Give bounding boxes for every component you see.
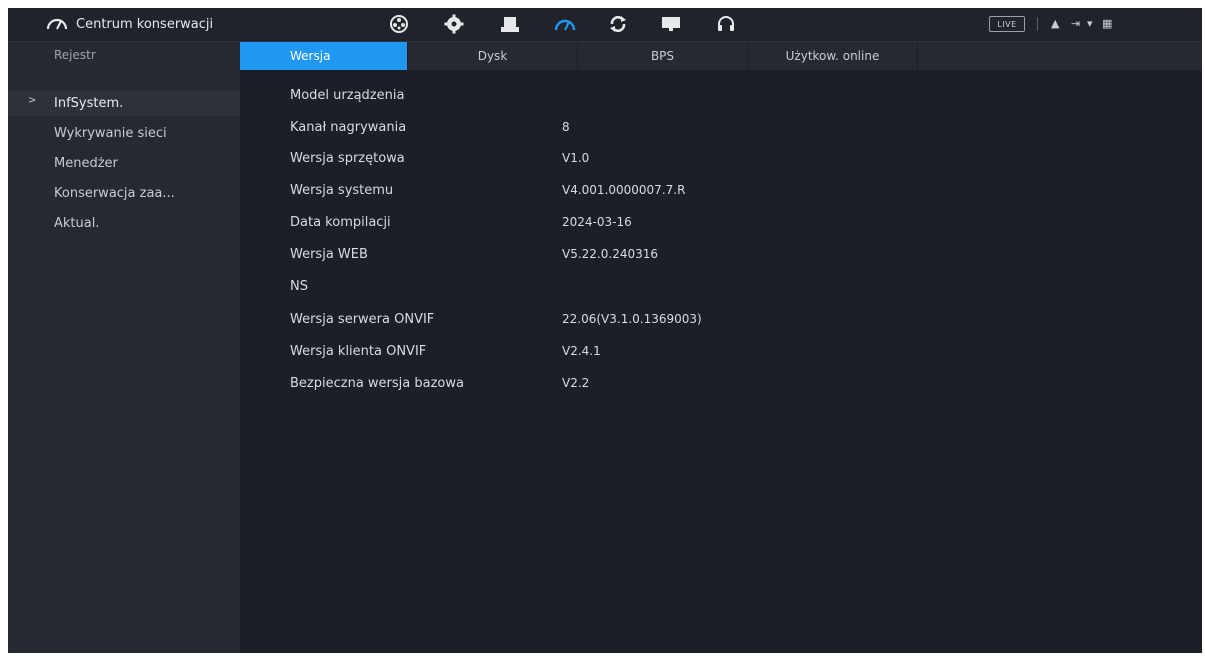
tab-version[interactable]: Wersja: [240, 42, 408, 70]
sidebar-item-system-info[interactable]: > InfSystem.: [8, 90, 240, 116]
info-label: Wersja sprzętowa: [290, 150, 405, 166]
monitor-icon[interactable]: [660, 14, 682, 34]
storage-icon[interactable]: [499, 14, 521, 34]
info-row-web-version: Wersja WEB V5.22.0.240316: [290, 243, 658, 265]
info-label: Model urządzenia: [290, 87, 405, 103]
info-row-hardware-version: Wersja sprzętowa V1.0: [290, 147, 589, 169]
info-label: Bezpieczna wersja bazowa: [290, 375, 464, 391]
tab-bar: Wersja Dysk BPS Użytkow. online: [240, 42, 1202, 70]
sidebar-item-network-detection[interactable]: Wykrywanie sieci: [8, 120, 240, 146]
info-row-secure-baseline-version: Bezpieczna wersja bazowa V2.2: [290, 372, 589, 394]
sidebar-item-label: Aktual.: [54, 215, 100, 231]
page-title: Centrum konserwacji: [76, 17, 214, 32]
info-value: V4.001.0000007.7.R: [562, 183, 686, 197]
top-bar: Centrum konserwacji LIVE ▲ ⇥ ▾ ▦: [8, 8, 1202, 42]
info-label: NS: [290, 278, 308, 294]
info-label: Data kompilacji: [290, 214, 391, 230]
info-value: V5.22.0.240316: [562, 247, 658, 261]
info-row-system-version: Wersja systemu V4.001.0000007.7.R: [290, 179, 685, 201]
sidebar: Rejestr > InfSystem. Wykrywanie sieci Me…: [8, 42, 240, 653]
version-info-panel: Model urządzenia Kanał nagrywania 8 Wers…: [240, 70, 1202, 653]
info-row-onvif-server-version: Wersja serwera ONVIF 22.06(V3.1.0.136900…: [290, 308, 702, 330]
info-row-onvif-client-version: Wersja klienta ONVIF V2.4.1: [290, 340, 601, 362]
title-area: Centrum konserwacji: [46, 8, 213, 41]
live-view-button[interactable]: LIVE: [989, 16, 1025, 32]
info-value: 22.06(V3.1.0.1369003): [562, 312, 702, 326]
sync-icon[interactable]: [607, 14, 629, 34]
info-row-recording-channels: Kanał nagrywania 8: [290, 116, 570, 138]
info-label: Wersja systemu: [290, 182, 394, 198]
info-label: Wersja WEB: [290, 246, 368, 262]
info-row-device-model: Model urządzenia: [290, 84, 570, 106]
logout-icon[interactable]: ⇥: [1071, 17, 1080, 31]
tab-disk[interactable]: Dysk: [408, 42, 578, 70]
chevron-right-icon: >: [28, 95, 37, 106]
info-value: 2024-03-16: [562, 215, 632, 229]
info-row-ns: NS: [290, 275, 570, 297]
sidebar-item-manager[interactable]: Menedżer: [8, 150, 240, 176]
sidebar-item-label: Wykrywanie sieci: [54, 125, 167, 141]
info-label: Wersja serwera ONVIF: [290, 311, 435, 327]
grid-menu-icon[interactable]: ▦: [1102, 17, 1112, 31]
info-value: V2.2: [562, 376, 590, 390]
tab-bps[interactable]: BPS: [578, 42, 748, 70]
info-value: 8: [562, 120, 570, 134]
sidebar-item-log[interactable]: Rejestr: [54, 48, 96, 62]
maintenance-gauge-icon[interactable]: [554, 14, 576, 34]
settings-icon[interactable]: [443, 14, 465, 34]
gauge-icon: [46, 15, 76, 35]
sidebar-item-label: Konserwacja zaa...: [54, 185, 175, 201]
tab-online-users[interactable]: Użytkow. online: [748, 42, 918, 70]
sidebar-item-update[interactable]: Aktual.: [8, 210, 240, 236]
info-value: V2.4.1: [562, 344, 601, 358]
user-icon[interactable]: ▲: [1051, 17, 1059, 31]
info-value: V1.0: [562, 151, 590, 165]
info-label: Wersja klienta ONVIF: [290, 343, 427, 359]
sidebar-item-label: Menedżer: [54, 155, 118, 171]
sidebar-item-label: InfSystem.: [54, 95, 124, 111]
headset-icon[interactable]: [715, 14, 737, 34]
app-window: Centrum konserwacji LIVE ▲ ⇥ ▾ ▦ Rejestr…: [8, 8, 1202, 653]
camera-reel-icon[interactable]: [388, 14, 410, 34]
info-row-build-date: Data kompilacji 2024-03-16: [290, 211, 632, 233]
sidebar-item-advanced-maintenance[interactable]: Konserwacja zaa...: [8, 180, 240, 206]
info-label: Kanał nagrywania: [290, 119, 407, 135]
dropdown-dot-icon[interactable]: ▾: [1087, 17, 1093, 31]
divider: [1037, 17, 1038, 31]
